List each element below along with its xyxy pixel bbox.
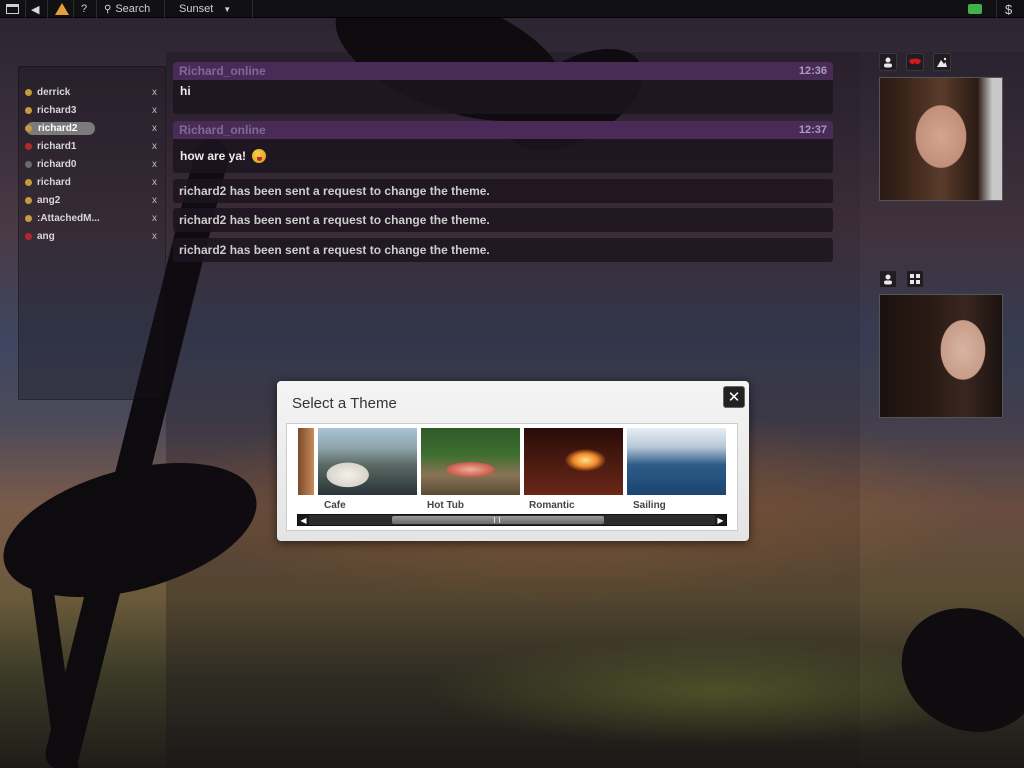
system-message-text: richard2 has been sent a request to chan…: [179, 243, 490, 257]
status-dot: [25, 107, 32, 114]
user-name: :AttachedM...: [37, 213, 100, 224]
theme-dropdown-label: Sunset: [179, 3, 214, 15]
grid-icon[interactable]: [906, 270, 924, 288]
user-profile-icon[interactable]: [879, 53, 897, 71]
status-dot: [25, 215, 32, 222]
select-theme-dialog: Select a Theme ✕ Cafe Hot Tub Romantic S…: [277, 381, 749, 541]
status-dot: [25, 143, 32, 150]
search-label: Search: [115, 3, 151, 15]
remove-user-button[interactable]: x: [152, 87, 157, 98]
back-icon[interactable]: ◀: [31, 0, 39, 18]
user-list-item[interactable]: ang2 x: [23, 192, 163, 209]
user-list-item[interactable]: ang x: [23, 228, 163, 245]
close-icon: ✕: [727, 389, 741, 406]
user-list-item[interactable]: :AttachedM... x: [23, 210, 163, 227]
user-list-item[interactable]: richard x: [23, 174, 163, 191]
message-header: Richard_online 12:37: [173, 121, 833, 139]
theme-dropdown[interactable]: Sunset ▼: [179, 0, 231, 18]
message-text: hi: [180, 84, 191, 98]
system-message-text: richard2 has been sent a request to chan…: [179, 213, 490, 227]
theme-thumbnail-sailing[interactable]: [627, 428, 726, 495]
theme-label: Hot Tub: [427, 500, 465, 511]
user-name: richard: [37, 177, 71, 188]
remove-user-button[interactable]: x: [152, 159, 157, 170]
remove-user-button[interactable]: x: [152, 195, 157, 206]
user-name: derrick: [37, 87, 71, 98]
user-list-item[interactable]: richard3 x: [23, 102, 163, 119]
message-timestamp: 12:37: [798, 124, 827, 136]
status-dot: [25, 125, 32, 132]
webcam-feed[interactable]: [879, 77, 1003, 201]
status-dot: [25, 197, 32, 204]
remove-user-button[interactable]: x: [152, 141, 157, 152]
user-name: richard2: [26, 122, 96, 135]
search-button[interactable]: ⚲ Search: [104, 0, 150, 18]
theme-gallery: Cafe Hot Tub Romantic Sailing ◀ ▶: [286, 423, 738, 531]
remove-user-button[interactable]: x: [152, 105, 157, 116]
user-name: richard0: [37, 159, 77, 170]
close-button[interactable]: ✕: [723, 386, 745, 408]
user-list-item[interactable]: richard1 x: [23, 138, 163, 155]
remove-user-button[interactable]: x: [152, 123, 157, 134]
message-header: Richard_online 12:36: [173, 62, 833, 80]
remove-user-button[interactable]: x: [152, 177, 157, 188]
user-list-panel: derrick x richard3 x richard2 x richard1…: [18, 66, 166, 400]
warning-icon[interactable]: [55, 0, 69, 18]
dollar-icon[interactable]: $: [1005, 0, 1012, 18]
system-message: richard2 has been sent a request to chan…: [173, 238, 833, 262]
theme-thumbnail-romantic[interactable]: [524, 428, 623, 495]
message-body: hi: [173, 80, 833, 114]
top-toolbar: ◀ ? ⚲ Search Sunset ▼ $: [0, 0, 1024, 18]
theme-thumbnail-hot-tub[interactable]: [421, 428, 520, 495]
message-body: how are ya!: [173, 139, 833, 173]
user-list-item[interactable]: derrick x: [23, 84, 163, 101]
status-dot: [25, 161, 32, 168]
user-name: richard1: [37, 141, 77, 152]
theme-label: Sailing: [633, 500, 666, 511]
theme-thumbnail-cafe[interactable]: [318, 428, 417, 495]
status-dot: [25, 233, 32, 240]
landscape-photo-icon[interactable]: [933, 53, 951, 71]
mask-icon[interactable]: [906, 53, 924, 71]
grip-icon: [494, 517, 500, 523]
user-list-item-selected[interactable]: richard2 x: [23, 120, 163, 137]
chat-status-icon[interactable]: [968, 0, 982, 18]
user-list-item[interactable]: richard0 x: [23, 156, 163, 173]
remove-user-button[interactable]: x: [152, 213, 157, 224]
dialog-title: Select a Theme: [292, 395, 397, 412]
webcam-feed[interactable]: [879, 294, 1003, 418]
message-text: how are ya!: [180, 149, 247, 163]
remove-user-button[interactable]: x: [152, 231, 157, 242]
message-timestamp: 12:36: [798, 65, 827, 77]
theme-thumbnail-partial[interactable]: [298, 428, 314, 495]
search-icon: ⚲: [104, 3, 112, 15]
message-sender[interactable]: Richard_online: [179, 64, 266, 78]
user-profile-icon[interactable]: [879, 270, 897, 288]
system-message: richard2 has been sent a request to chan…: [173, 208, 833, 232]
user-name: ang2: [37, 195, 61, 206]
theme-label: Cafe: [324, 500, 346, 511]
help-button[interactable]: ?: [81, 0, 87, 18]
tongue-emoji-icon: [252, 149, 267, 163]
scrollbar-thumb[interactable]: [392, 516, 604, 524]
gallery-scrollbar[interactable]: ◀ ▶: [297, 514, 727, 526]
message-sender[interactable]: Richard_online: [179, 123, 266, 137]
system-message-text: richard2 has been sent a request to chan…: [179, 184, 490, 198]
user-name: ang: [37, 231, 55, 242]
status-dot: [25, 179, 32, 186]
scroll-right-icon[interactable]: ▶: [715, 515, 726, 525]
user-name: richard3: [37, 105, 77, 116]
scroll-left-icon[interactable]: ◀: [298, 515, 309, 525]
window-icon[interactable]: [6, 0, 19, 18]
theme-label: Romantic: [529, 500, 575, 511]
status-dot: [25, 89, 32, 96]
system-message: richard2 has been sent a request to chan…: [173, 179, 833, 203]
chevron-down-icon: ▼: [223, 4, 232, 14]
